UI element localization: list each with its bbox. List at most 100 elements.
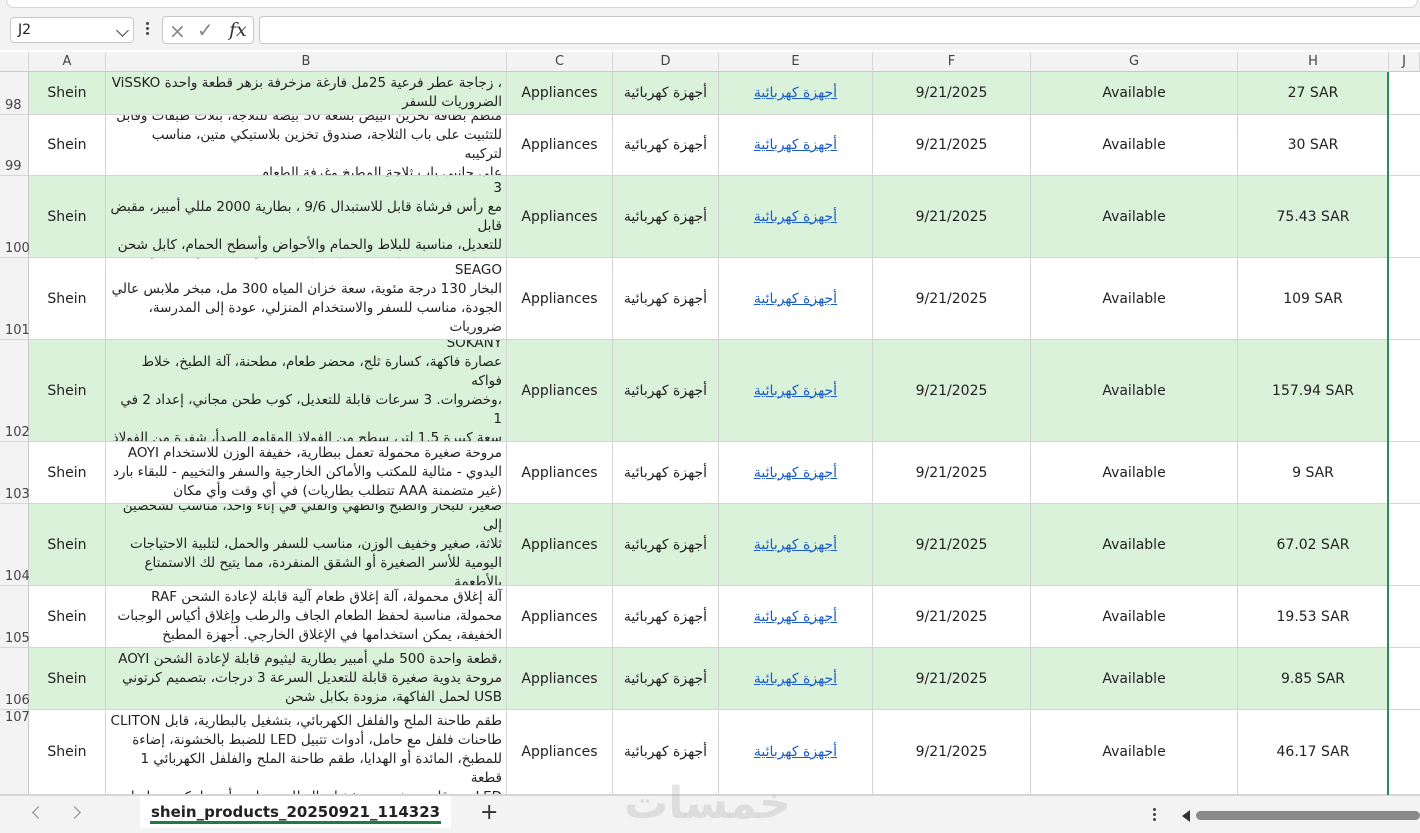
cell-date[interactable]: 9/21/2025 [873, 176, 1031, 258]
cell-link[interactable]: أجهزة كهربائية [719, 648, 873, 710]
category-link[interactable]: أجهزة كهربائية [754, 671, 837, 687]
cell-status[interactable]: Available [1031, 340, 1238, 442]
cell-link[interactable]: أجهزة كهربائية [719, 258, 873, 340]
cell-title[interactable]: طباخ كهربائي متعدد الوظائف صغير الحجم، ط… [106, 504, 507, 586]
cell-category-ar[interactable]: أجهزة كهربائية [613, 258, 719, 340]
cell-title[interactable]: مروحة صغيرة محمولة تعمل ببطارية، خفيفة ا… [106, 442, 507, 504]
category-link[interactable]: أجهزة كهربائية [754, 744, 837, 760]
cell-category-en[interactable]: Appliances [507, 710, 613, 795]
cell-link[interactable]: أجهزة كهربائية [719, 340, 873, 442]
cell-category-en[interactable]: Appliances [507, 72, 613, 115]
formula-input[interactable] [259, 16, 1420, 44]
cell-status[interactable]: Available [1031, 586, 1238, 648]
cell-empty[interactable] [1389, 72, 1420, 115]
cancel-icon[interactable]: × [169, 21, 186, 41]
cell-date[interactable]: 9/21/2025 [873, 648, 1031, 710]
cell-date[interactable]: 9/21/2025 [873, 442, 1031, 504]
column-header-b[interactable]: B [106, 52, 507, 72]
cell-title[interactable]: ، زجاجة عطر فرعية 25مل فارغة مزخرفة بزهر… [106, 72, 507, 115]
cell-site[interactable]: Shein [29, 504, 106, 586]
cell-price[interactable]: 19.53 SAR [1238, 586, 1389, 648]
cell-category-en[interactable]: Appliances [507, 586, 613, 648]
cell-date[interactable]: 9/21/2025 [873, 72, 1031, 115]
row-header[interactable]: 105 [0, 586, 30, 648]
cell-link[interactable]: أجهزة كهربائية [719, 586, 873, 648]
next-sheet-icon[interactable] [68, 806, 81, 819]
cell-category-ar[interactable]: أجهزة كهربائية [613, 504, 719, 586]
cell-site[interactable]: Shein [29, 710, 106, 795]
row-header[interactable]: 104 [0, 504, 30, 586]
column-header-g[interactable]: G [1031, 52, 1238, 72]
scroll-left-icon[interactable] [1182, 810, 1190, 822]
name-box[interactable]: J2 [10, 17, 134, 43]
cell-link[interactable]: أجهزة كهربائية [719, 115, 873, 176]
cell-empty[interactable] [1389, 710, 1420, 795]
category-link[interactable]: أجهزة كهربائية [754, 465, 837, 481]
column-header-j[interactable]: J [1389, 52, 1420, 72]
category-link[interactable]: أجهزة كهربائية [754, 537, 837, 553]
row-header[interactable]: 107 [0, 710, 30, 795]
column-header-d[interactable]: D [613, 52, 719, 72]
category-link[interactable]: أجهزة كهربائية [754, 291, 837, 307]
cell-title[interactable]: آلة إغلاق محمولة، آلة إغلاق طعام آلية قا… [106, 586, 507, 648]
category-link[interactable]: أجهزة كهربائية [754, 137, 837, 153]
cell-title[interactable]: ،متعدد الوظائف المنزلي، كسر الجدران SOKA… [106, 340, 507, 442]
cell-link[interactable]: أجهزة كهربائية [719, 176, 873, 258]
cell-price[interactable]: 27 SAR [1238, 72, 1389, 115]
cell-site[interactable]: Shein [29, 258, 106, 340]
cell-status[interactable]: Available [1031, 115, 1238, 176]
cell-date[interactable]: 9/21/2025 [873, 710, 1031, 795]
add-sheet-button[interactable]: + [480, 800, 498, 825]
cell-title[interactable]: ،فرشاة كهربائية دوارة قابلة للشحن بسرعات… [106, 176, 507, 258]
cell-site[interactable]: Shein [29, 442, 106, 504]
enter-icon[interactable]: ✓ [197, 20, 214, 40]
category-link[interactable]: أجهزة كهربائية [754, 85, 837, 101]
cell-empty[interactable] [1389, 258, 1420, 340]
cell-price[interactable]: 9 SAR [1238, 442, 1389, 504]
sheet-tab[interactable]: shein_products_20250921_114323 [140, 796, 452, 828]
category-link[interactable]: أجهزة كهربائية [754, 383, 837, 399]
cell-category-en[interactable]: Appliances [507, 442, 613, 504]
cell-link[interactable]: أجهزة كهربائية [719, 442, 873, 504]
cell-date[interactable]: 9/21/2025 [873, 504, 1031, 586]
cell-category-en[interactable]: Appliances [507, 258, 613, 340]
cell-category-en[interactable]: Appliances [507, 176, 613, 258]
cell-status[interactable]: Available [1031, 648, 1238, 710]
cell-title[interactable]: مبخر ملابس محمول 1500 واط، إعداد حرارة و… [106, 258, 507, 340]
cell-category-en[interactable]: Appliances [507, 648, 613, 710]
cell-category-ar[interactable]: أجهزة كهربائية [613, 648, 719, 710]
cell-empty[interactable] [1389, 442, 1420, 504]
cell-category-en[interactable]: Appliances [507, 340, 613, 442]
row-header[interactable]: 100 [0, 176, 30, 258]
cell-price[interactable]: 9.85 SAR [1238, 648, 1389, 710]
cell-category-ar[interactable]: أجهزة كهربائية [613, 72, 719, 115]
cell-date[interactable]: 9/21/2025 [873, 586, 1031, 648]
column-header-h[interactable]: H [1238, 52, 1389, 72]
cell-date[interactable]: 9/21/2025 [873, 340, 1031, 442]
cell-price[interactable]: 30 SAR [1238, 115, 1389, 176]
cell-empty[interactable] [1389, 340, 1420, 442]
cell-status[interactable]: Available [1031, 504, 1238, 586]
cell-link[interactable]: أجهزة كهربائية [719, 504, 873, 586]
cell-category-ar[interactable]: أجهزة كهربائية [613, 340, 719, 442]
horizontal-scrollbar[interactable] [1196, 811, 1420, 820]
column-header-c[interactable]: C [507, 52, 613, 72]
row-header[interactable]: 103 [0, 442, 30, 504]
category-link[interactable]: أجهزة كهربائية [754, 609, 837, 625]
cell-price[interactable]: 75.43 SAR [1238, 176, 1389, 258]
cell-site[interactable]: Shein [29, 115, 106, 176]
cell-price[interactable]: 109 SAR [1238, 258, 1389, 340]
cell-title[interactable]: ،قطعة واحدة 500 ملي أمبير بطارية ليثيوم … [106, 648, 507, 710]
row-header[interactable]: 101 [0, 258, 30, 340]
row-header[interactable]: 98 [0, 72, 29, 115]
cell-site[interactable]: Shein [29, 648, 106, 710]
cell-site[interactable]: Shein [29, 176, 106, 258]
cell-category-en[interactable]: Appliances [507, 504, 613, 586]
row-header[interactable]: 106 [0, 648, 30, 710]
cell-status[interactable]: Available [1031, 72, 1238, 115]
column-header-a[interactable]: A [29, 52, 106, 72]
cell-link[interactable]: أجهزة كهربائية [719, 72, 873, 115]
cell-category-ar[interactable]: أجهزة كهربائية [613, 442, 719, 504]
cell-empty[interactable] [1389, 115, 1420, 176]
column-header-f[interactable]: F [873, 52, 1031, 72]
